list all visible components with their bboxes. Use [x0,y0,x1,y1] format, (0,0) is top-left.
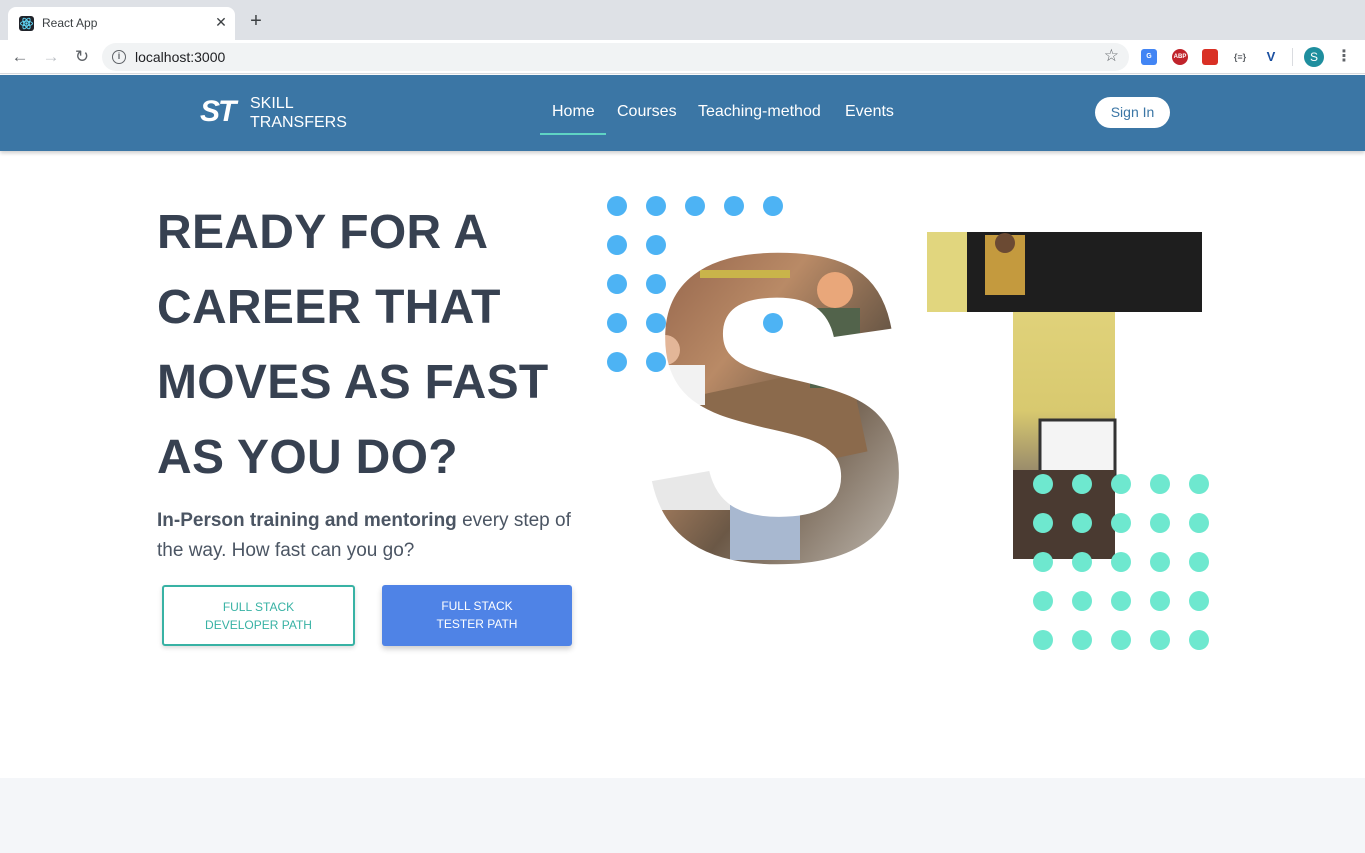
toolbar-divider [1292,48,1293,66]
decor-dot [607,313,627,333]
nav-teaching-method[interactable]: Teaching-method [698,103,821,121]
letter-t-photo [927,232,1202,559]
site-info-icon[interactable]: i [112,50,126,64]
forward-arrow-icon[interactable]: → [39,45,63,69]
bookmark-star-icon[interactable]: ☆ [1104,46,1119,66]
decor-dot [763,196,783,216]
tester-path-label: FULL STACK TESTER PATH [436,599,518,631]
json-formatter-icon[interactable]: {≡} [1232,49,1248,65]
logo-mark: ST [200,95,236,128]
decor-dot [1150,513,1170,533]
decor-dot [646,196,666,216]
decor-dot [1189,513,1209,533]
decor-dot [1189,552,1209,572]
hero-art-svg: S [607,196,1209,650]
close-tab-icon[interactable]: ✕ [213,14,229,30]
browser-tabstrip: React App ✕ + [0,0,1365,40]
developer-path-button[interactable]: FULL STACK DEVELOPER PATH [162,585,355,646]
nav-courses[interactable]: Courses [617,103,677,121]
url-text[interactable]: localhost:3000 [135,49,225,65]
vuejs-devtools-icon[interactable]: V [1263,49,1279,65]
site-logo[interactable]: ST SKILL TRANSFERS [200,93,350,133]
decor-dot [1189,591,1209,611]
profile-avatar[interactable]: S [1304,47,1324,67]
nav-active-indicator [540,133,606,135]
hero-title-line-4: AS YOU DO? [157,431,458,484]
nav-home[interactable]: Home [552,103,595,121]
back-arrow-icon[interactable]: ← [8,45,32,69]
logo-line-1: SKILL [250,95,294,112]
decor-dot [685,196,705,216]
developer-path-label: FULL STACK DEVELOPER PATH [205,600,312,632]
browser-tab[interactable]: React App ✕ [8,7,235,40]
decor-dot [1072,552,1092,572]
nav-events[interactable]: Events [845,103,894,121]
decor-dot [1111,513,1131,533]
decor-dot [724,196,744,216]
browser-toolbar: ← → ↻ i localhost:3000 ☆ G ABP {≡} V S ⋮ [0,40,1365,74]
decor-dot [1111,552,1131,572]
reload-icon[interactable]: ↻ [70,45,94,69]
new-tab-icon[interactable]: + [247,11,265,31]
decor-dot [1111,591,1131,611]
decor-dot [1189,474,1209,494]
decor-dot [1072,513,1092,533]
decor-dot [1033,474,1053,494]
hero-title-line-1: READY FOR A [157,206,489,259]
hero-illustration: S [600,190,1220,660]
next-section-band [0,778,1365,853]
decor-dot [1111,474,1131,494]
decor-dot [1150,474,1170,494]
ext-red-icon[interactable] [1202,49,1218,65]
decor-dot [607,235,627,255]
decor-dot [607,352,627,372]
letter-s-photo [640,220,915,570]
decor-dot [1189,630,1209,650]
decor-dot [1033,552,1053,572]
logo-text: SKILL TRANSFERS [250,94,347,132]
adblock-plus-icon[interactable]: ABP [1172,49,1188,65]
decor-dot [1150,630,1170,650]
decor-dot [1072,630,1092,650]
decor-dot [1033,591,1053,611]
tester-path-button[interactable]: FULL STACK TESTER PATH [382,585,572,646]
decor-dot [607,196,627,216]
google-translate-icon[interactable]: G [1141,49,1157,65]
logo-line-2: TRANSFERS [250,114,347,131]
sign-in-button[interactable]: Sign In [1095,97,1170,128]
decor-dot [1072,591,1092,611]
decor-dot [1033,630,1053,650]
hero-title-line-2: CAREER THAT [157,281,501,334]
hero-subtitle-bold: In-Person training and mentoring [157,510,457,531]
tab-title: React App [42,16,98,30]
hero-subtitle: In-Person training and mentoring every s… [157,506,577,566]
decor-dot [1033,513,1053,533]
decor-dot [1111,630,1131,650]
react-favicon-icon [19,16,34,31]
hero-title: READY FOR A CAREER THAT MOVES AS FAST AS… [157,195,577,495]
site-header: ST SKILL TRANSFERS Home Courses Teaching… [0,75,1365,151]
decor-dot [607,274,627,294]
address-bar[interactable]: i localhost:3000 ☆ [102,43,1129,71]
decor-dot [1072,474,1092,494]
browser-menu-icon[interactable]: ⋮ [1336,47,1352,67]
decor-dot [1150,591,1170,611]
decor-dot [1150,552,1170,572]
hero-title-line-3: MOVES AS FAST [157,356,549,409]
